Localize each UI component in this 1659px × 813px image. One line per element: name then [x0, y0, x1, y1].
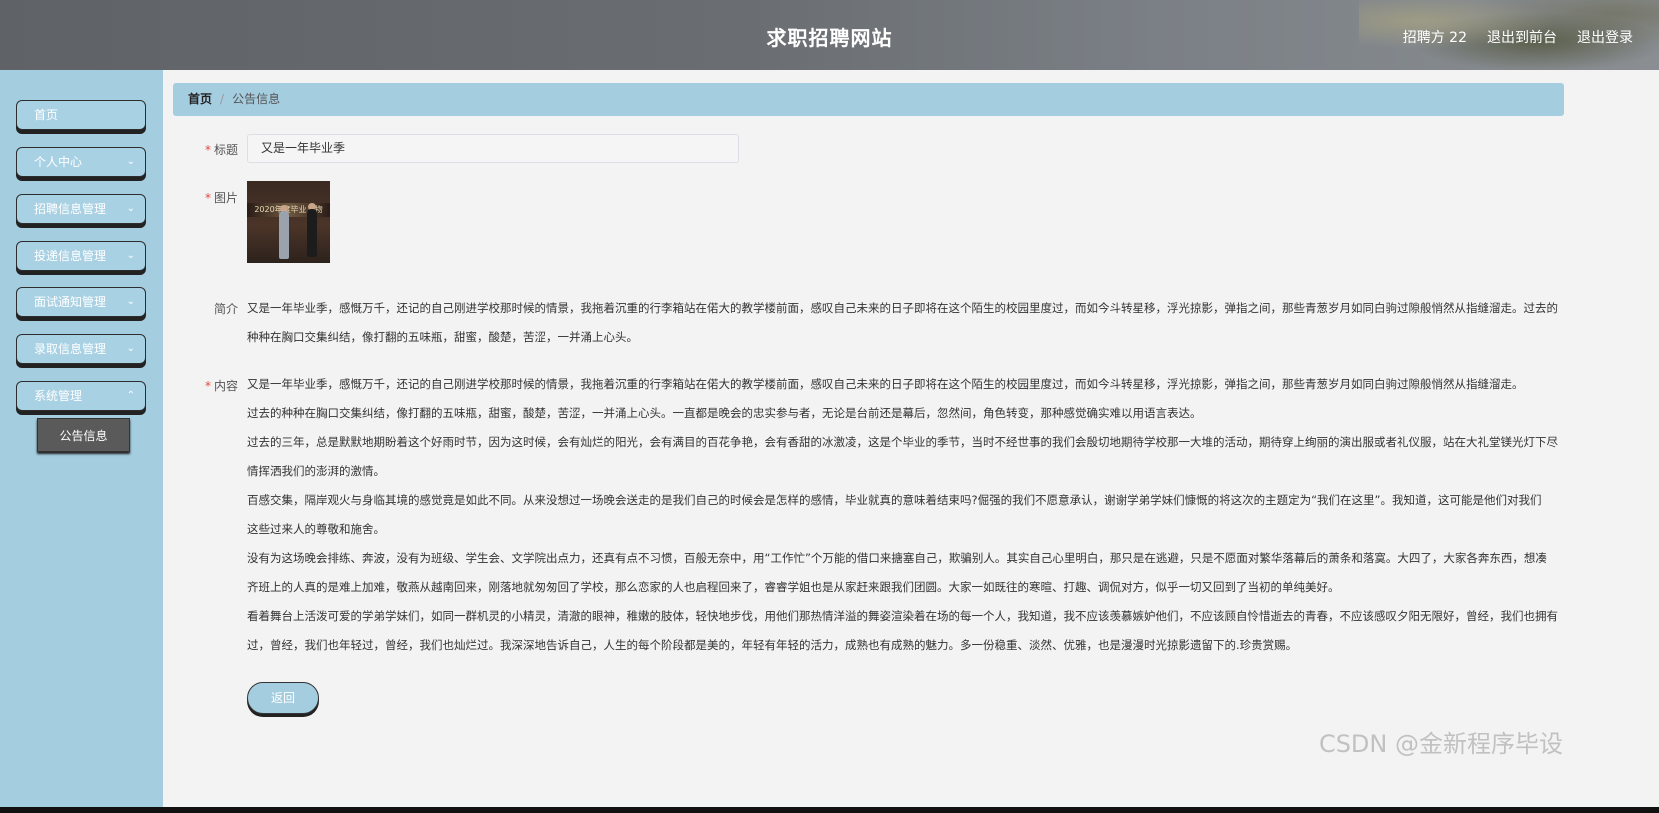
sidebar-item-admission-info[interactable]: 录取信息管理 ⌄	[16, 334, 146, 364]
person-figure	[307, 209, 317, 257]
sidebar-subitem-announcements[interactable]: 公告信息	[37, 418, 130, 452]
required-mark: *	[204, 191, 211, 205]
sidebar: 首页 个人中心 ⌄ 招聘信息管理 ⌄ 投递信息管理 ⌄ 面试通知管理 ⌄ 录取信…	[0, 70, 163, 813]
announcement-image[interactable]: 2020年度毕业人物	[247, 181, 330, 263]
sidebar-item-personal-center[interactable]: 个人中心 ⌄	[16, 147, 146, 177]
required-mark: *	[204, 379, 211, 393]
content-line: 过，曾经，我们也年轻过，曾经，我们也灿烂过。我深深地告诉自己，人生的每个阶段都是…	[247, 638, 1298, 652]
content-line: 看着舞台上活泼可爱的学弟学妹们，如同一群机灵的小精灵，清澈的眼神，稚嫩的肢体，轻…	[247, 609, 1558, 623]
breadcrumb-separator: /	[220, 92, 225, 106]
intro-text: 又是一年毕业季，感慨万千，还记的自己刚进学校那时候的情景，我拖着沉重的行李箱站在…	[247, 294, 1558, 352]
person-figure	[279, 211, 289, 259]
content-line: 情挥洒我们的澎湃的激情。	[247, 464, 385, 478]
title-label: * 标题	[204, 143, 238, 157]
sidebar-item-job-info[interactable]: 招聘信息管理 ⌄	[16, 194, 146, 224]
content-line: 过去的三年，总是默默地期盼着这个好雨时节，因为这时候，会有灿烂的阳光，会有满目的…	[247, 435, 1558, 449]
sidebar-item-label: 个人中心	[34, 155, 83, 169]
sidebar-item-label: 系统管理	[34, 389, 83, 403]
content-label: * 内容	[204, 379, 238, 393]
content-line: 又是一年毕业季，感慨万千，还记的自己刚进学校那时候的情景，我拖着沉重的行李箱站在…	[247, 377, 1524, 391]
sidebar-item-label: 面试通知管理	[34, 295, 107, 309]
sidebar-item-label: 首页	[34, 108, 59, 122]
header-user-area: 招聘方 22 退出到前台 退出登录	[1403, 27, 1633, 47]
intro-line: 种种在胸口交集纠结，像打翻的五味瓶，甜蜜，酸楚，苦涩，一并涌上心头。	[247, 330, 638, 344]
breadcrumb: 首页 / 公告信息	[173, 83, 1564, 116]
image-label: * 图片	[204, 191, 238, 205]
sidebar-item-interview-notice[interactable]: 面试通知管理 ⌄	[16, 287, 146, 317]
sidebar-item-delivery-info[interactable]: 投递信息管理 ⌄	[16, 241, 146, 271]
chevron-down-icon: ⌄	[126, 343, 135, 354]
content-line: 过去的种种在胸口交集纠结，像打翻的五味瓶，甜蜜，酸楚，苦涩，一并涌上心头。一直都…	[247, 406, 1202, 420]
chevron-up-icon: ⌃	[126, 390, 135, 401]
bottom-border	[0, 807, 1659, 813]
chevron-down-icon: ⌄	[126, 156, 135, 167]
sidebar-item-label: 录取信息管理	[34, 342, 107, 356]
breadcrumb-home[interactable]: 首页	[188, 92, 212, 106]
content-line: 这些过来人的尊敬和施舍。	[247, 522, 385, 536]
content-line: 百感交集，隔岸观火与身临其境的感觉竟是如此不同。从来没想过一场晚会送走的是我们自…	[247, 493, 1542, 507]
required-mark: *	[204, 143, 211, 157]
current-user: 招聘方 22	[1402, 30, 1467, 46]
sidebar-item-label: 投递信息管理	[34, 249, 107, 263]
sidebar-item-system-management[interactable]: 系统管理 ⌃	[16, 381, 146, 411]
csdn-watermark: CSDN @金新程序毕设	[1318, 730, 1563, 758]
chevron-down-icon: ⌄	[126, 250, 135, 261]
content-line: 齐班上的人真的是难上加难，敬燕从越南回来，刚落地就匆匆回了学校，那么恋家的人也启…	[247, 580, 1340, 594]
content-text: 又是一年毕业季，感慨万千，还记的自己刚进学校那时候的情景，我拖着沉重的行李箱站在…	[247, 370, 1558, 660]
top-header: 求职招聘网站 招聘方 22 退出到前台 退出登录	[0, 0, 1659, 70]
logout-link[interactable]: 退出登录	[1577, 27, 1633, 47]
content-line: 没有为这场晚会排练、奔波，没有为班级、学生会、文学院出点力，还真有点不习惯，百般…	[247, 551, 1547, 565]
sidebar-item-home[interactable]: 首页	[16, 100, 146, 130]
chevron-down-icon: ⌄	[126, 296, 135, 307]
exit-to-front-link[interactable]: 退出到前台	[1487, 27, 1557, 47]
back-button[interactable]: 返回	[247, 682, 319, 714]
title-field[interactable]: 又是一年毕业季	[247, 134, 739, 163]
chevron-down-icon: ⌄	[126, 203, 135, 214]
intro-line: 又是一年毕业季，感慨万千，还记的自己刚进学校那时候的情景，我拖着沉重的行李箱站在…	[247, 301, 1558, 315]
breadcrumb-current: 公告信息	[232, 92, 281, 106]
sidebar-item-label: 招聘信息管理	[34, 202, 107, 216]
intro-label: 简介	[213, 302, 238, 316]
